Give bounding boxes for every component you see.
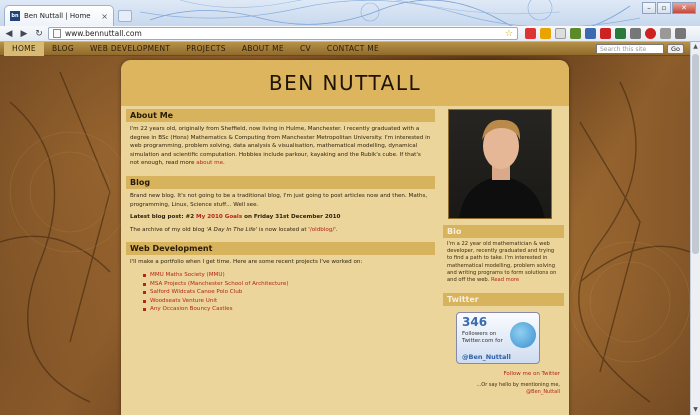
archive-title: A Day In The Life (207, 226, 256, 233)
scrollbar-thumb[interactable] (692, 54, 699, 254)
search-go-button[interactable]: Go (667, 44, 684, 54)
url-text: www.bennuttall.com (65, 29, 142, 38)
window-controls: – ▫ ✕ (642, 2, 696, 14)
nav-contact-me[interactable]: CONTACT ME (319, 42, 387, 56)
project-link[interactable]: MSA Projects (Manchester School of Archi… (143, 280, 431, 289)
tab-close-icon[interactable]: × (101, 12, 108, 21)
follower-count: 346 (462, 315, 488, 330)
profile-photo-drawing (459, 119, 545, 218)
mention-note: ...Or say hello by mentioning me, @Ben_N… (443, 382, 564, 396)
extension-icon[interactable] (630, 28, 641, 39)
blog-intro: Brand new blog. It's not going to be a t… (130, 192, 428, 208)
adblock-icon[interactable] (525, 28, 536, 39)
profile-photo (448, 109, 552, 219)
scroll-up-icon[interactable]: ▲ (692, 43, 699, 51)
project-list: MMU Maths Society (MMU) MSA Projects (Ma… (130, 271, 431, 314)
vertical-scrollbar[interactable]: ▲ ▼ (690, 42, 700, 415)
latest-post-date: on Friday 31st December 2010 (244, 214, 341, 221)
reload-icon[interactable]: ↻ (33, 28, 45, 40)
extension-icon[interactable] (570, 28, 581, 39)
bookmark-star-icon[interactable]: ☆ (505, 29, 513, 39)
nav-blog[interactable]: BLOG (44, 42, 82, 56)
nav-about-me[interactable]: ABOUT ME (234, 42, 292, 56)
nav-projects[interactable]: PROJECTS (178, 42, 234, 56)
page-icon (53, 29, 61, 38)
followers-label: Followers on Twitter.com for (462, 331, 503, 345)
site-search-input[interactable]: Search this site (596, 44, 664, 54)
archive-prefix: The archive of my old blog ' (130, 226, 208, 233)
browser-tab[interactable]: bn Ben Nuttall | Home × (4, 5, 114, 26)
latest-post-prefix: Latest blog post: #2 (130, 214, 195, 221)
extension-icon[interactable] (615, 28, 626, 39)
webdev-intro: I'll make a portfolio when I get time. H… (130, 259, 363, 266)
forward-icon[interactable]: ▶ (18, 28, 30, 40)
minimize-icon[interactable]: – (642, 2, 656, 14)
blog-section: Brand new blog. It's not going to be a t… (126, 189, 435, 242)
extension-icon[interactable] (555, 28, 566, 39)
archive-suffix: '. (334, 226, 338, 233)
project-link[interactable]: MMU Maths Society (MMU) (143, 271, 431, 280)
extension-icon[interactable] (585, 28, 596, 39)
archive-mid: ' is now located at ' (255, 226, 310, 233)
follow-twitter-link[interactable]: Follow me on Twitter (443, 371, 564, 377)
extension-icon[interactable] (600, 28, 611, 39)
extension-icons (525, 28, 686, 39)
about-section: I'm 22 years old, originally from Sheffi… (126, 122, 435, 176)
bio-heading: Bio (443, 225, 564, 238)
mention-text: ...Or say hello by mentioning me, (476, 382, 560, 389)
back-icon[interactable]: ◀ (3, 28, 15, 40)
content-card: BEN NUTTALL About Me I'm 22 years old, o… (121, 60, 569, 415)
scroll-down-icon[interactable]: ▼ (692, 406, 699, 414)
oldblog-link[interactable]: /oldblog/ (310, 227, 334, 233)
site-title: BEN NUTTALL (121, 60, 569, 106)
tab-title: Ben Nuttall | Home (24, 12, 91, 20)
wrench-icon[interactable] (675, 28, 686, 39)
bio-section: I'm a 22 year old mathematician & web de… (443, 238, 564, 287)
nav-home[interactable]: HOME (4, 42, 44, 56)
browser-titlebar: bn Ben Nuttall | Home × – ▫ ✕ (0, 0, 700, 26)
nav-cv[interactable]: CV (292, 42, 319, 56)
about-suffix: . (223, 160, 225, 167)
followers-line-1: Followers on (462, 331, 497, 338)
sidebar: Bio I'm a 22 year old mathematician & we… (443, 109, 564, 396)
project-link[interactable]: Any Occasion Bouncy Castles (143, 305, 431, 314)
blog-heading: Blog (126, 175, 435, 189)
project-link[interactable]: Woodseats Venture Unit (143, 297, 431, 306)
nav-web-development[interactable]: WEB DEVELOPMENT (82, 42, 178, 56)
followers-line-2: Twitter.com for (462, 338, 503, 345)
maximize-icon[interactable]: ▫ (657, 2, 671, 14)
latest-post-link[interactable]: My 2010 Goals (196, 214, 242, 220)
page-viewport: HOME BLOG WEB DEVELOPMENT PROJECTS ABOUT… (0, 42, 690, 415)
webdev-heading: Web Development (126, 242, 435, 256)
project-link[interactable]: Salford Wildcats Canoe Polo Club (143, 288, 431, 297)
about-heading: About Me (126, 109, 435, 122)
twitter-bird-icon (510, 322, 536, 349)
twitter-heading: Twitter (443, 293, 564, 307)
extension-icon[interactable] (540, 28, 551, 39)
page-menu-icon[interactable] (660, 28, 671, 39)
new-tab-button[interactable] (118, 10, 132, 22)
site-nav: HOME BLOG WEB DEVELOPMENT PROJECTS ABOUT… (0, 42, 690, 56)
window-close-icon[interactable]: ✕ (672, 2, 696, 14)
titlebar-map-decoration (140, 0, 640, 26)
twitter-handle: @Ben_Nuttall (462, 353, 511, 362)
about-me-link[interactable]: about me (196, 160, 223, 166)
bio-read-more-link[interactable]: Read more (491, 277, 519, 283)
browser-toolbar: ◀ ▶ ↻ www.bennuttall.com ☆ (0, 26, 700, 42)
webdev-section: I'll make a portfolio when I get time. H… (126, 255, 435, 318)
about-text: I'm 22 years old, originally from Sheffi… (130, 126, 431, 167)
opera-icon[interactable] (645, 28, 656, 39)
mention-handle-link[interactable]: @Ben_Nuttall (526, 389, 560, 395)
address-bar[interactable]: www.bennuttall.com ☆ (48, 27, 518, 40)
main-column: About Me I'm 22 years old, originally fr… (126, 109, 435, 318)
favicon-icon: bn (10, 11, 20, 21)
twitter-follower-badge[interactable]: 346 Followers on Twitter.com for @Ben_Nut… (456, 312, 540, 365)
